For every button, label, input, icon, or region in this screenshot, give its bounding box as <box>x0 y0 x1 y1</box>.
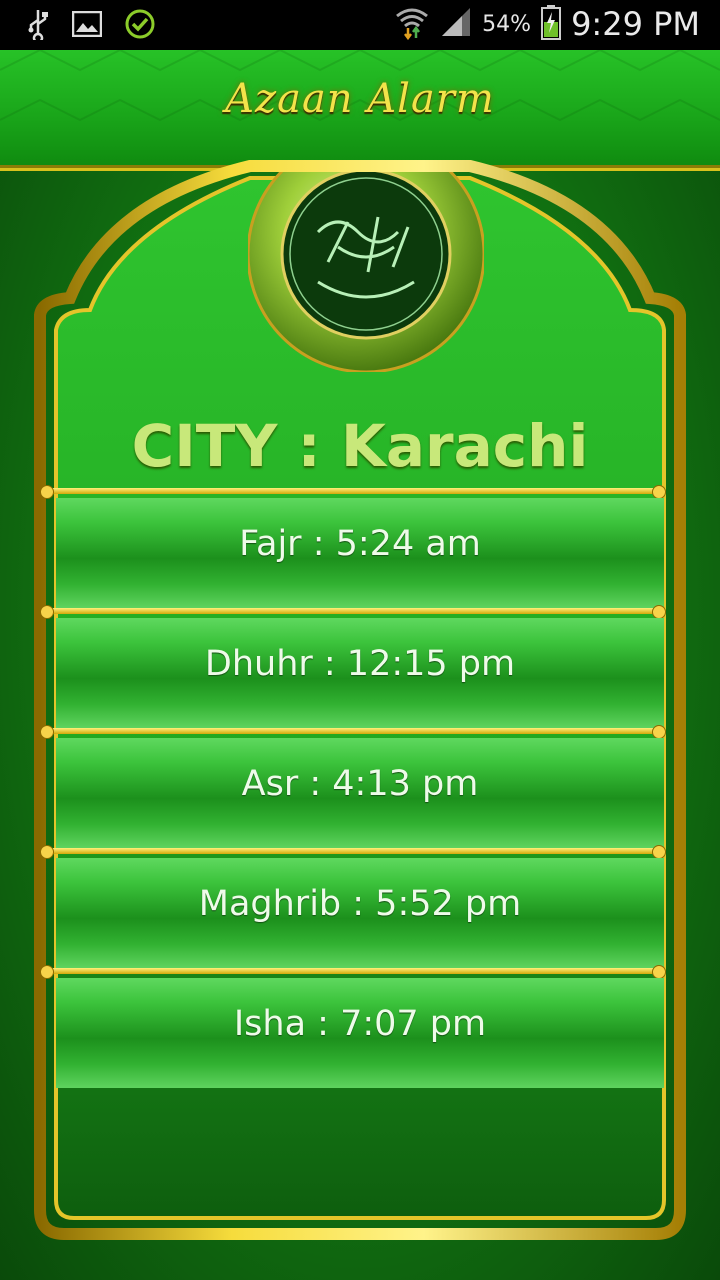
list-item: Isha : 7:07 pm <box>40 965 666 1092</box>
prayer-label: Dhuhr : 12:15 pm <box>204 644 516 684</box>
status-time: 9:29 PM <box>571 5 700 43</box>
row-divider <box>40 725 666 739</box>
check-icon <box>124 8 156 44</box>
status-bar: 54% 9:29 PM <box>0 0 720 50</box>
prayer-label: Asr : 4:13 pm <box>241 764 479 804</box>
list-item: Asr : 4:13 pm <box>40 725 666 852</box>
app-header: Azaan Alarm <box>0 50 720 171</box>
prayer-row-fajr[interactable]: Fajr : 5:24 am <box>56 498 664 608</box>
list-item: Maghrib : 5:52 pm <box>40 845 666 972</box>
wifi-icon <box>394 4 430 44</box>
battery-percent: 54% <box>482 11 532 37</box>
image-icon <box>71 10 103 41</box>
prayer-row-maghrib[interactable]: Maghrib : 5:52 pm <box>56 858 664 968</box>
city-label: CITY : Karachi <box>131 412 589 480</box>
quran-emblem <box>248 172 484 372</box>
prayer-row-asr[interactable]: Asr : 4:13 pm <box>56 738 664 848</box>
prayer-label: Fajr : 5:24 am <box>239 524 481 564</box>
prayer-label: Isha : 7:07 pm <box>233 1004 487 1044</box>
prayer-row-isha[interactable]: Isha : 7:07 pm <box>56 978 664 1088</box>
battery-icon <box>541 4 562 44</box>
list-item: Dhuhr : 12:15 pm <box>40 605 666 732</box>
row-divider <box>40 965 666 979</box>
list-item: Fajr : 5:24 am <box>40 485 666 612</box>
app-title: Azaan Alarm <box>225 76 495 122</box>
row-divider <box>40 845 666 859</box>
usb-icon <box>26 8 50 44</box>
prayer-label: Maghrib : 5:52 pm <box>198 884 522 924</box>
prayer-row-dhuhr[interactable]: Dhuhr : 12:15 pm <box>56 618 664 728</box>
row-divider <box>40 605 666 619</box>
signal-icon <box>440 6 472 42</box>
prayer-list: Fajr : 5:24 am Dhuhr : 12:15 pm Asr : 4:… <box>40 485 666 1092</box>
row-divider <box>40 485 666 499</box>
